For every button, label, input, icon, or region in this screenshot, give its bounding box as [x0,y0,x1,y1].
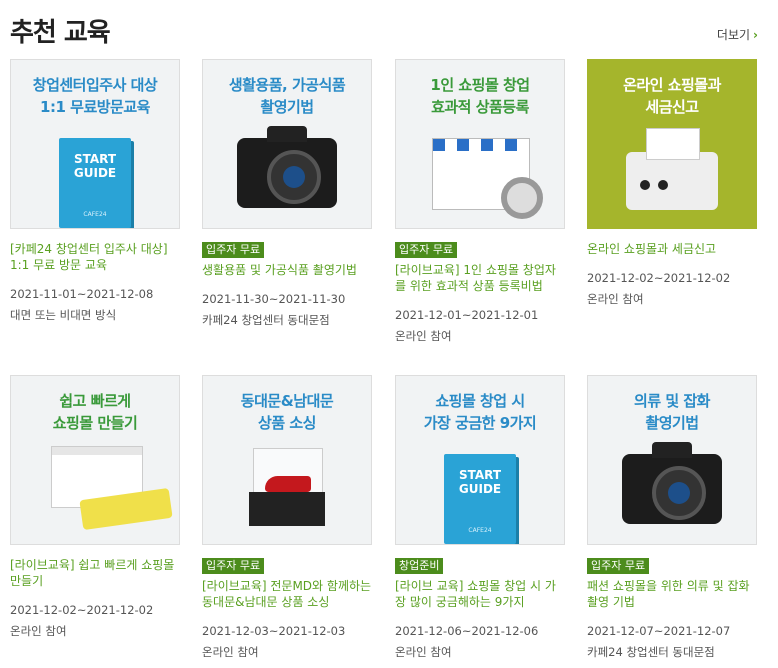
status-badge: 창업준비 [395,558,444,574]
guide-book-icon: START GUIDE CAFE24 [444,454,516,544]
course-thumbnail[interactable]: 의류 및 잡화 촬영기법 [587,375,757,545]
course-date: 2021-12-06~2021-12-06 [395,624,539,638]
section-header: 추천 교육 더보기 › [10,10,768,50]
course-title[interactable]: [라이브교육] 1인 쇼핑몰 창업자를 위한 효과적 상품 등록비법 [395,262,565,294]
course-card[interactable]: 생활용품, 가공식품 촬영기법 입주자 무료 생활용품 및 가공식품 촬영기법 2… [202,59,372,328]
course-date: 2021-12-02~2021-12-02 [587,271,731,285]
course-date: 2021-11-01~2021-12-08 [10,287,154,301]
course-card[interactable]: 동대문&남대문 상품 소싱 입주자 무료 [라이브교육] 전문MD와 함께하는 동… [202,375,372,660]
course-thumbnail[interactable]: 창업센터입주사 대상 1:1 무료방문교육 START GUIDE CAFE24 [10,59,180,229]
camera-icon [237,126,337,208]
course-thumbnail[interactable]: 온라인 쇼핑몰과 세금신고 [587,59,757,229]
course-thumbnail[interactable]: 쉽고 빠르게 쇼핑몰 만들기 [10,375,180,545]
thumbnail-caption: 온라인 쇼핑몰과 세금신고 [623,76,721,116]
camera-icon [622,442,722,524]
more-label: 더보기 [716,28,751,42]
receipt-printer-icon [626,128,718,210]
thumbnail-caption: 1인 쇼핑몰 창업 효과적 상품등록 [430,76,530,116]
course-title[interactable]: 생활용품 및 가공식품 촬영기법 [202,262,372,278]
guide-book-icon: START GUIDE CAFE24 [59,138,131,228]
course-title[interactable]: [카페24 창업센터 입주사 대상] 1:1 무료 방문 교육 [10,241,180,273]
course-date: 2021-12-02~2021-12-02 [10,603,154,617]
status-badge: 입주자 무료 [587,558,650,574]
course-date: 2021-11-30~2021-11-30 [202,292,346,306]
shoe-icon [265,476,311,492]
course-card[interactable]: 창업센터입주사 대상 1:1 무료방문교육 START GUIDE CAFE24 [… [10,59,180,323]
course-place: 온라인 참여 [587,292,644,306]
more-link[interactable]: 더보기 › [717,26,758,43]
course-date: 2021-12-01~2021-12-01 [395,308,539,322]
course-place: 대면 또는 비대면 방식 [10,308,117,322]
course-thumbnail[interactable]: 동대문&남대문 상품 소싱 [202,375,372,545]
course-place: 온라인 참여 [395,329,452,343]
course-place: 카페24 창업센터 동대문점 [587,645,715,659]
status-badge: 입주자 무료 [395,242,458,258]
course-title[interactable]: 온라인 쇼핑몰과 세금신고 [587,241,757,257]
course-date: 2021-12-07~2021-12-07 [587,624,731,638]
course-place: 카페24 창업센터 동대문점 [202,313,330,327]
thumbnail-caption: 쉽고 빠르게 쇼핑몰 만들기 [52,392,138,432]
course-place: 온라인 참여 [202,645,259,659]
course-place: 온라인 참여 [10,624,67,638]
thumbnail-caption: 쇼핑몰 창업 시 가장 궁금한 9가지 [423,392,537,432]
thumbnail-caption: 창업센터입주사 대상 1:1 무료방문교육 [32,76,158,116]
chevron-right-icon: › [753,28,758,42]
pedestal-icon [249,492,325,526]
course-title[interactable]: [라이브교육] 쉽고 빠르게 쇼핑몰 만들기 [10,557,180,589]
course-card[interactable]: 온라인 쇼핑몰과 세금신고 온라인 쇼핑몰과 세금신고 2021-12-02~20… [587,59,757,307]
thumbnail-caption: 동대문&남대문 상품 소싱 [240,392,334,432]
course-card[interactable]: 쉽고 빠르게 쇼핑몰 만들기 [라이브교육] 쉽고 빠르게 쇼핑몰 만들기 202… [10,375,180,639]
course-title[interactable]: [라이브교육] 전문MD와 함께하는 동대문&남대문 상품 소싱 [202,578,372,610]
status-badge: 입주자 무료 [202,242,265,258]
course-thumbnail[interactable]: 쇼핑몰 창업 시 가장 궁금한 9가지 START GUIDE CAFE24 [395,375,565,545]
course-thumbnail[interactable]: 생활용품, 가공식품 촬영기법 [202,59,372,229]
course-title[interactable]: 패션 쇼핑몰을 위한 의류 및 잡화 촬영 기법 [587,578,757,610]
online-store-icon [432,138,543,219]
course-card[interactable]: 의류 및 잡화 촬영기법 입주자 무료 패션 쇼핑몰을 위한 의류 및 잡화 촬영… [587,375,757,660]
course-card[interactable]: 쇼핑몰 창업 시 가장 궁금한 9가지 START GUIDE CAFE24 창업준… [395,375,565,660]
section-title: 추천 교육 [10,18,111,48]
course-title[interactable]: [라이브 교육] 쇼핑몰 창업 시 가장 많이 궁금해하는 9가지 [395,578,565,610]
course-date: 2021-12-03~2021-12-03 [202,624,346,638]
thumbnail-caption: 의류 및 잡화 촬영기법 [634,392,710,432]
course-thumbnail[interactable]: 1인 쇼핑몰 창업 효과적 상품등록 [395,59,565,229]
course-card[interactable]: 1인 쇼핑몰 창업 효과적 상품등록 입주자 무료 [라이브교육] 1인 쇼핑몰 … [395,59,565,344]
status-badge: 입주자 무료 [202,558,265,574]
thumbnail-caption: 생활용품, 가공식품 촬영기법 [228,76,346,116]
course-place: 온라인 참여 [395,645,452,659]
